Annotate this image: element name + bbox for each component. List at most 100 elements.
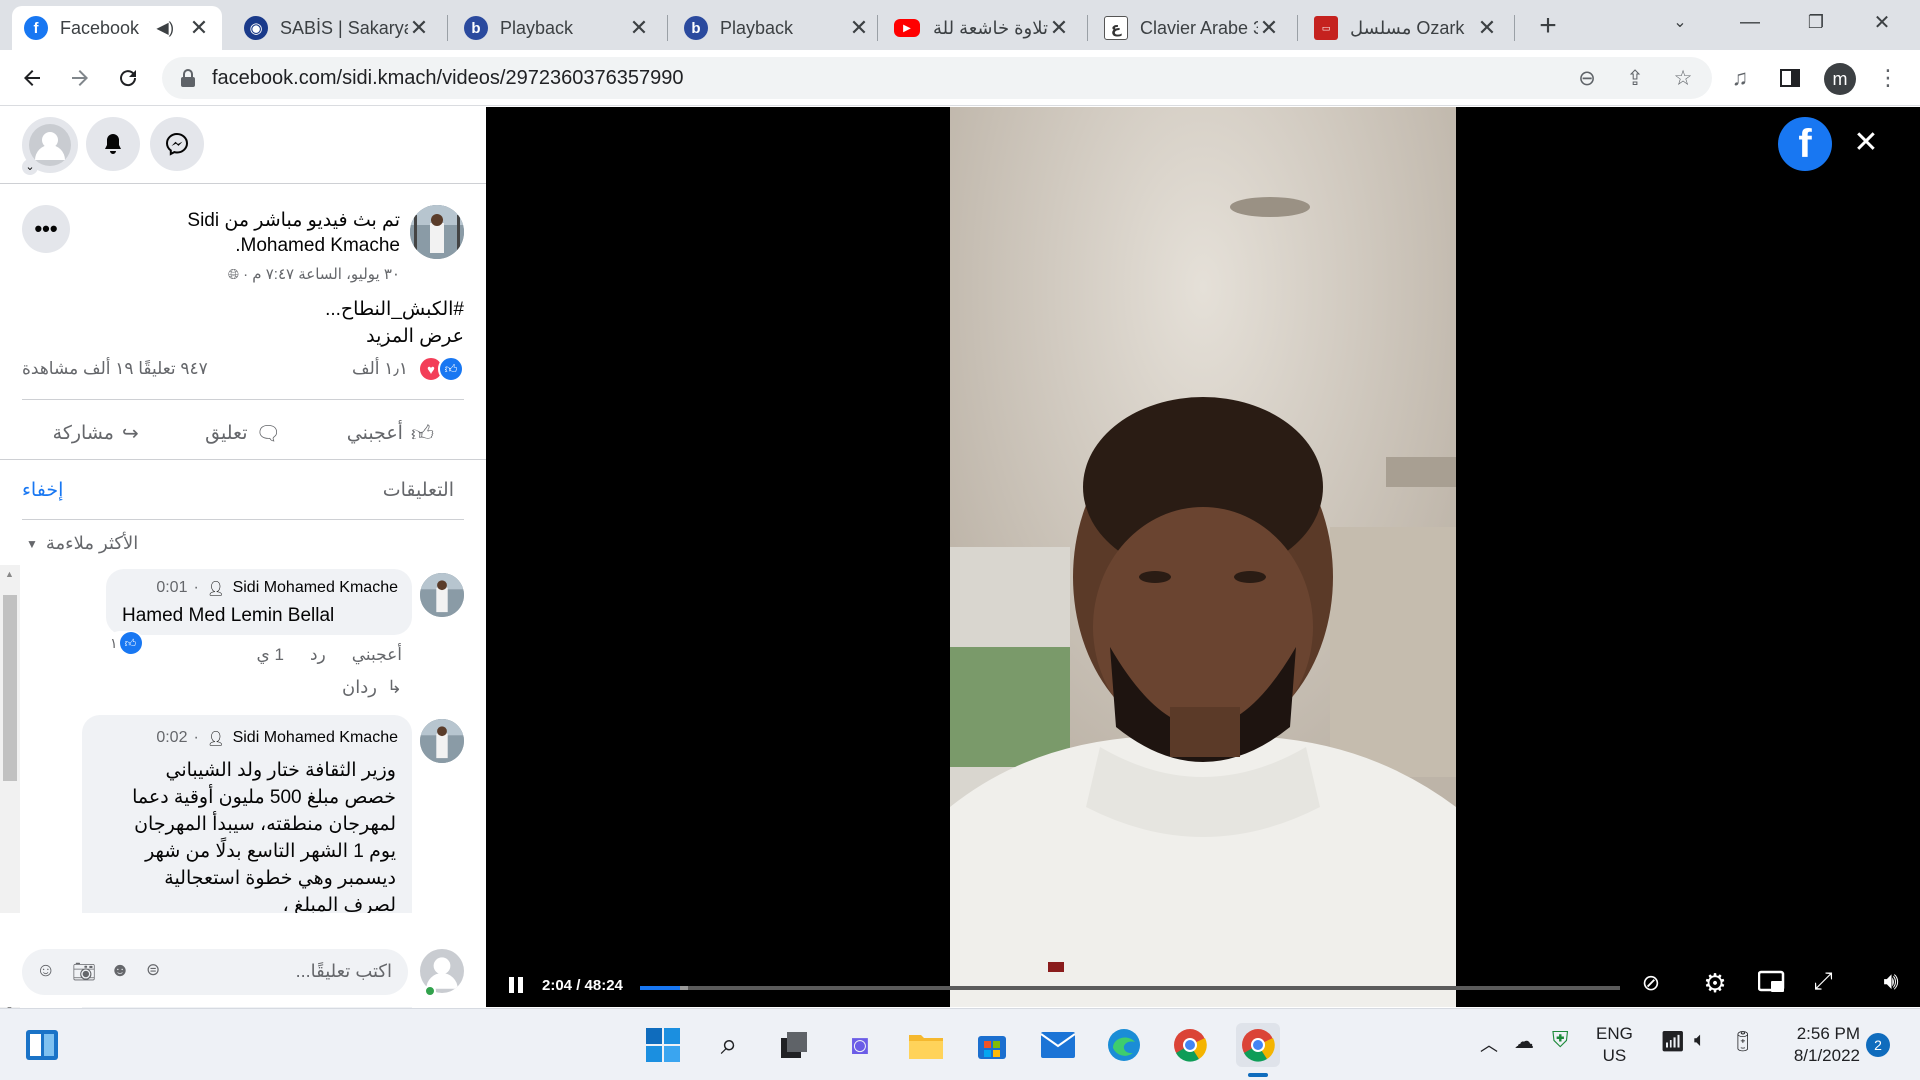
wifi-icon[interactable]: 📶︎: [1660, 1029, 1685, 1054]
media-control-icon[interactable]: ♫: [1722, 60, 1758, 96]
settings-gear-icon[interactable]: ⚙: [1700, 968, 1730, 998]
speaker-icon[interactable]: 🔈︎: [1694, 1029, 1706, 1052]
post-sidebar: ⌄ ••• تم بث فيديو مباشر من Sidi Mohamed …: [0, 107, 486, 1025]
comment-reply-link[interactable]: رد: [310, 645, 326, 665]
menu-icon[interactable]: ⋮: [1870, 60, 1906, 96]
volume-icon[interactable]: 🔊︎: [1876, 968, 1906, 998]
close-tab-icon[interactable]: ✕: [1048, 15, 1070, 41]
like-button[interactable]: 👍︎ أعجبني: [317, 407, 464, 459]
close-tab-icon[interactable]: ✕: [848, 15, 870, 41]
show-hidden-icons[interactable]: ︿: [1480, 1031, 1498, 1057]
store-icon[interactable]: [972, 1025, 1012, 1065]
address-bar[interactable]: facebook.com/sidi.kmach/videos/297236037…: [162, 57, 1712, 99]
widgets-icon[interactable]: [22, 1025, 62, 1065]
hide-comments-link[interactable]: إخفاء: [22, 479, 63, 502]
minimize-button[interactable]: —: [1720, 0, 1780, 44]
close-tab-icon[interactable]: ✕: [408, 15, 430, 41]
speaker-icon[interactable]: ◀): [156, 18, 174, 38]
miniplayer-icon[interactable]: [1757, 970, 1788, 1000]
profile-avatar[interactable]: m: [1824, 63, 1856, 95]
windows-taskbar: ⌕ ◙ ︿ ☁ ⛨ ENG US 📶︎ 🔈︎ 🔋︎ 2:56 PM 8/1/20…: [0, 1008, 1920, 1080]
notifications-button[interactable]: [86, 117, 140, 171]
battery-icon[interactable]: 🔋︎: [1730, 1029, 1755, 1054]
notification-badge[interactable]: 2: [1866, 1033, 1890, 1057]
captions-icon[interactable]: ⊘: [1636, 970, 1666, 1000]
comment-author-line[interactable]: 0:02 · 👤︎ Sidi Mohamed Kmache: [156, 729, 398, 747]
author-avatar[interactable]: [410, 205, 464, 259]
tab-facebook[interactable]: f Facebook ◀) ✕: [12, 6, 222, 50]
post-author-name[interactable]: Mohamed Kmache.: [20, 235, 400, 257]
reload-button[interactable]: [110, 60, 146, 96]
side-panel-icon[interactable]: [1772, 60, 1808, 96]
share-icon[interactable]: ⇪: [1622, 66, 1648, 92]
progress-bar[interactable]: [640, 986, 1620, 990]
task-view-icon[interactable]: [774, 1025, 814, 1065]
new-tab-button[interactable]: +: [1530, 8, 1566, 44]
video-player[interactable]: f ✕ 2:04 / 48:24 ⊘ ⚙ ⤢ 🔊︎: [486, 107, 1920, 1007]
see-more-link[interactable]: عرض المزيد: [366, 325, 464, 348]
edge-icon[interactable]: [1104, 1025, 1144, 1065]
sabis-favicon: ◉: [244, 16, 268, 40]
close-tab-icon[interactable]: ✕: [628, 15, 650, 41]
comment-input[interactable]: اكتب تعليقًا... ☺ 📷︎ ☻ ⊜: [22, 949, 408, 995]
post-date[interactable]: ٣٠ يوليو، الساعة ٧:٤٧ م · 🌐︎: [100, 265, 400, 284]
gif-icon[interactable]: ⊜: [146, 960, 160, 980]
language-indicator[interactable]: ENG US: [1596, 1023, 1633, 1067]
reactions-summary[interactable]: ١٫١ ألف ♥ 👍︎: [352, 356, 464, 382]
search-icon[interactable]: ⌕: [709, 1025, 749, 1065]
tab-clavier[interactable]: ع Clavier Arabe 3 ✕: [1092, 6, 1292, 50]
close-tab-icon[interactable]: ✕: [1258, 15, 1280, 41]
chrome-active-icon[interactable]: [1236, 1023, 1280, 1067]
tab-search-icon[interactable]: ⌄: [1650, 0, 1710, 44]
emoji-icon[interactable]: ☻: [110, 960, 130, 982]
chrome-icon[interactable]: [1170, 1025, 1210, 1065]
close-tab-icon[interactable]: ✕: [188, 15, 210, 41]
post-stats[interactable]: ٩٤٧ تعليقًا ١٩ ألف مشاهدة: [22, 359, 208, 379]
scroll-up-icon[interactable]: ▲: [5, 569, 14, 579]
onedrive-icon[interactable]: ☁: [1514, 1029, 1534, 1054]
tab-playback-1[interactable]: b Playback ✕: [452, 6, 662, 50]
tab-ozark[interactable]: ▭ مسلسل Ozark ✕: [1302, 6, 1510, 50]
scrollbar-thumb[interactable]: [3, 595, 17, 781]
comment-sort-dropdown[interactable]: ▼ الأكثر ملاءمة: [26, 533, 138, 554]
comment-author-avatar[interactable]: [420, 719, 464, 763]
security-shield-icon[interactable]: ⛨: [1552, 1027, 1569, 1053]
comment-reaction-count[interactable]: ١ 👍︎: [108, 631, 144, 655]
comment-author-avatar[interactable]: [420, 573, 464, 617]
write-comment-area: اكتب تعليقًا... ☺ 📷︎ ☻ ⊜: [0, 913, 486, 1007]
tab-sabis[interactable]: ◉ SABİS | Sakarya ✕: [232, 6, 442, 50]
sticker-icon[interactable]: ☺: [36, 960, 55, 982]
share-button[interactable]: ↪ مشاركة: [22, 407, 169, 459]
close-video-icon[interactable]: ✕: [1844, 121, 1888, 165]
fullscreen-icon[interactable]: ⤢: [1808, 968, 1838, 998]
zoom-icon[interactable]: ⊖: [1574, 66, 1600, 92]
tab-playback-2[interactable]: b Playback ✕: [672, 6, 882, 50]
close-tab-icon[interactable]: ✕: [1476, 15, 1498, 41]
buffer-fill: [680, 986, 688, 990]
comment-like-link[interactable]: أعجبني: [352, 645, 402, 665]
post-header-line1[interactable]: تم بث فيديو مباشر من Sidi: [20, 209, 400, 232]
file-explorer-icon[interactable]: [906, 1025, 946, 1065]
close-window-button[interactable]: ✕: [1852, 0, 1912, 44]
comment-author-line[interactable]: 0:01 · 👤︎ Sidi Mohamed Kmache: [156, 579, 398, 597]
pause-button[interactable]: [506, 975, 526, 995]
playback-favicon: b: [684, 16, 708, 40]
mail-icon[interactable]: [1038, 1025, 1078, 1065]
post-hashtag[interactable]: #الكبش_النطاح...: [325, 298, 464, 321]
comment-age: 1 ي: [256, 645, 284, 664]
comment-button[interactable]: 🗨︎ تعليق: [169, 407, 316, 459]
facebook-logo-icon[interactable]: f: [1778, 117, 1832, 171]
bookmark-star-icon[interactable]: ☆: [1670, 66, 1696, 92]
clock[interactable]: 2:56 PM 8/1/2022: [1776, 1023, 1860, 1067]
restore-button[interactable]: ❐: [1786, 0, 1846, 44]
messenger-button[interactable]: [150, 117, 204, 171]
thumbs-up-icon: 👍︎: [410, 420, 434, 446]
account-menu-button[interactable]: ⌄: [22, 117, 78, 175]
chat-icon[interactable]: ◙: [840, 1025, 880, 1065]
camera-icon[interactable]: 📷︎: [72, 960, 96, 984]
start-icon[interactable]: [643, 1025, 683, 1065]
tab-youtube[interactable]: ▶ تلاوة خاشعة للة ✕: [882, 6, 1082, 50]
forward-button[interactable]: [62, 60, 98, 96]
view-replies-link[interactable]: ↳ ردان: [342, 677, 402, 698]
back-button[interactable]: [14, 60, 50, 96]
